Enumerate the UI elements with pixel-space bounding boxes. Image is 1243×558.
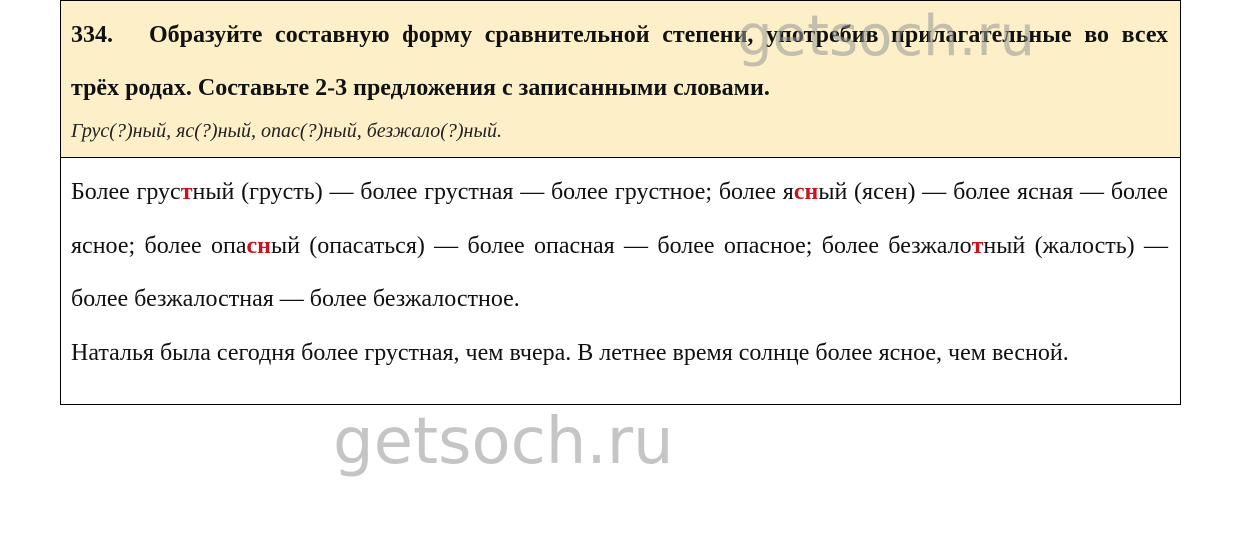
task-instruction-text: Образуйте составную форму сравнительной … <box>71 22 1168 101</box>
task-number: 334. <box>71 22 113 48</box>
answer-text: ный (грусть) — более грустная — более гр… <box>192 179 794 205</box>
highlighted-letter: сн <box>246 232 271 259</box>
highlighted-letter: т <box>971 232 984 259</box>
task-words: Грус(?)ный, яс(?)ный, опас(?)ный, безжал… <box>71 120 503 142</box>
answer-text: Более грус <box>71 179 181 205</box>
answer-paragraph-2: Наталья была сегодня более грустная, чем… <box>71 339 1069 366</box>
page: 334. Образуйте составную форму сравнитель… <box>0 0 1243 558</box>
answer-paragraph-1: Более грустный (грусть) — более грустная… <box>71 166 1168 327</box>
task-instruction: 334. Образуйте составную форму сравнитель… <box>71 9 1168 115</box>
exercise-card: 334. Образуйте составную форму сравнитель… <box>60 0 1181 405</box>
task-block: 334. Образуйте составную форму сравнитель… <box>61 1 1180 158</box>
answer-text: ый (опасаться) — более опасная — более о… <box>270 232 972 259</box>
answer-block: Более грустный (грусть) — более грустная… <box>61 158 1180 404</box>
highlighted-letter: т <box>180 179 193 205</box>
watermark-middle: getsoch.ru <box>333 405 674 479</box>
highlighted-letter: сн <box>793 179 819 205</box>
